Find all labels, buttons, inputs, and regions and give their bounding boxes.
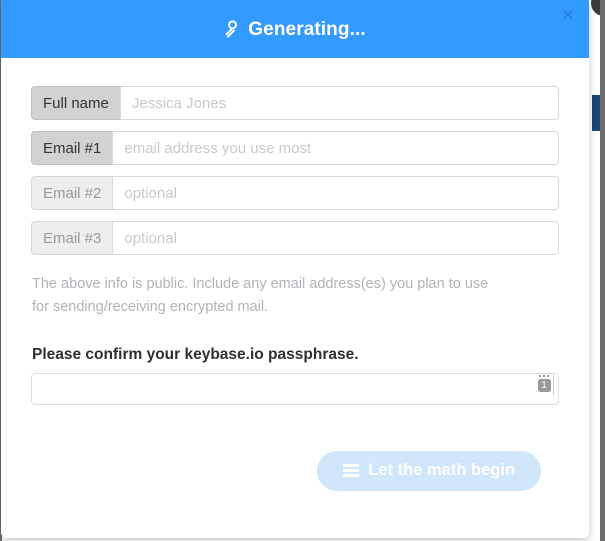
passphrase-label: Please confirm your keybase.io passphras… (32, 345, 359, 363)
password-manager-count-badge: 1 (537, 378, 551, 392)
modal-header: Generating... × (1, 0, 589, 58)
field-row-email-1: Email #1 (31, 131, 559, 165)
field-row-email-3: Email #3 (31, 221, 559, 255)
background-panel-accent (592, 95, 600, 131)
key-icon (221, 18, 245, 42)
close-icon[interactable]: × (557, 4, 579, 26)
passphrase-input[interactable] (31, 372, 559, 405)
public-info-help-text: The above info is public. Include any em… (32, 276, 489, 316)
modal-body: Full name Email #1 Email #2 Email #3 The… (1, 58, 589, 491)
generating-modal: Generating... × Full name Email #1 Email… (1, 0, 589, 538)
field-row-full-name: Full name (31, 86, 559, 120)
field-row-email-2: Email #2 (31, 176, 559, 210)
modal-title: Generating... (224, 19, 365, 41)
let-the-math-begin-button[interactable]: Let the math begin (317, 450, 541, 491)
email-3-input[interactable] (112, 221, 559, 255)
tasks-icon (343, 464, 360, 478)
full-name-input[interactable] (119, 86, 559, 120)
password-manager-icon[interactable]: 1 (534, 374, 554, 402)
modal-title-text: Generating... (248, 18, 366, 40)
email-3-label: Email #3 (31, 221, 113, 255)
email-2-input[interactable] (112, 176, 559, 210)
submit-button-label: Let the math begin (368, 461, 515, 480)
email-1-label: Email #1 (31, 131, 113, 165)
full-name-label: Full name (31, 86, 120, 120)
modal-footer: Let the math begin (31, 450, 559, 491)
password-manager-dots (534, 374, 554, 378)
passphrase-field-wrapper: 1 (31, 372, 559, 405)
email-1-input[interactable] (112, 131, 559, 165)
page-right-gutter (600, 0, 605, 541)
password-manager-bar (552, 374, 554, 395)
email-2-label: Email #2 (31, 176, 113, 210)
